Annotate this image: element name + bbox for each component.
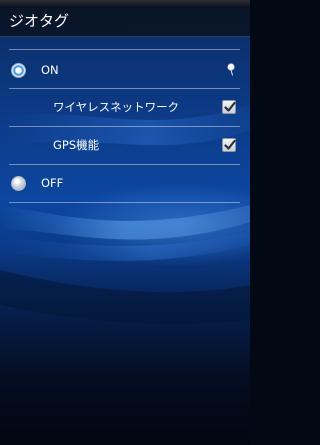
checkmark-icon (224, 139, 236, 150)
radio-selected-icon[interactable] (11, 63, 26, 78)
radio-unselected-icon[interactable] (11, 176, 26, 191)
checkmark-icon (224, 101, 236, 112)
screen: ジオタグ ON ワイヤレスネットワーク GPS機能 OFF (0, 0, 250, 445)
wireless-network-option[interactable]: ワイヤレスネットワーク (0, 88, 250, 126)
location-pin-icon (227, 63, 235, 76)
title-bar: ジオタグ (0, 6, 250, 37)
gps-checkbox[interactable] (222, 138, 236, 152)
geotag-off-option[interactable]: OFF (0, 164, 250, 202)
page-title: ジオタグ (9, 12, 70, 30)
divider (9, 202, 240, 203)
option-label-off: OFF (41, 176, 64, 190)
geotag-on-option[interactable]: ON (0, 51, 250, 89)
option-label-gps: GPS機能 (53, 138, 100, 152)
option-label-wireless: ワイヤレスネットワーク (53, 100, 180, 114)
divider (9, 49, 240, 50)
gps-option[interactable]: GPS機能 (0, 126, 250, 164)
option-label-on: ON (41, 63, 59, 77)
wireless-network-checkbox[interactable] (222, 100, 236, 114)
